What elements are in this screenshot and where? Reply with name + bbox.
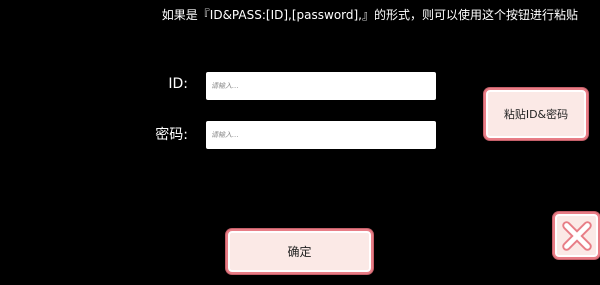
paste-button-label: 粘贴ID&密码 — [503, 108, 569, 121]
id-label: ID: — [168, 76, 188, 92]
paste-id-password-button[interactable]: 粘贴ID&密码 — [484, 88, 588, 140]
confirm-button-label: 确定 — [287, 245, 312, 259]
id-input[interactable] — [206, 72, 436, 100]
close-x-icon — [561, 220, 592, 251]
password-label: 密码: — [155, 127, 188, 143]
confirm-button[interactable]: 确定 — [226, 229, 373, 274]
close-button[interactable] — [553, 212, 600, 259]
paste-format-hint: 如果是『ID&PASS:[ID],[password],』的形式，则可以使用这个… — [161, 8, 578, 22]
password-input[interactable] — [206, 121, 436, 149]
